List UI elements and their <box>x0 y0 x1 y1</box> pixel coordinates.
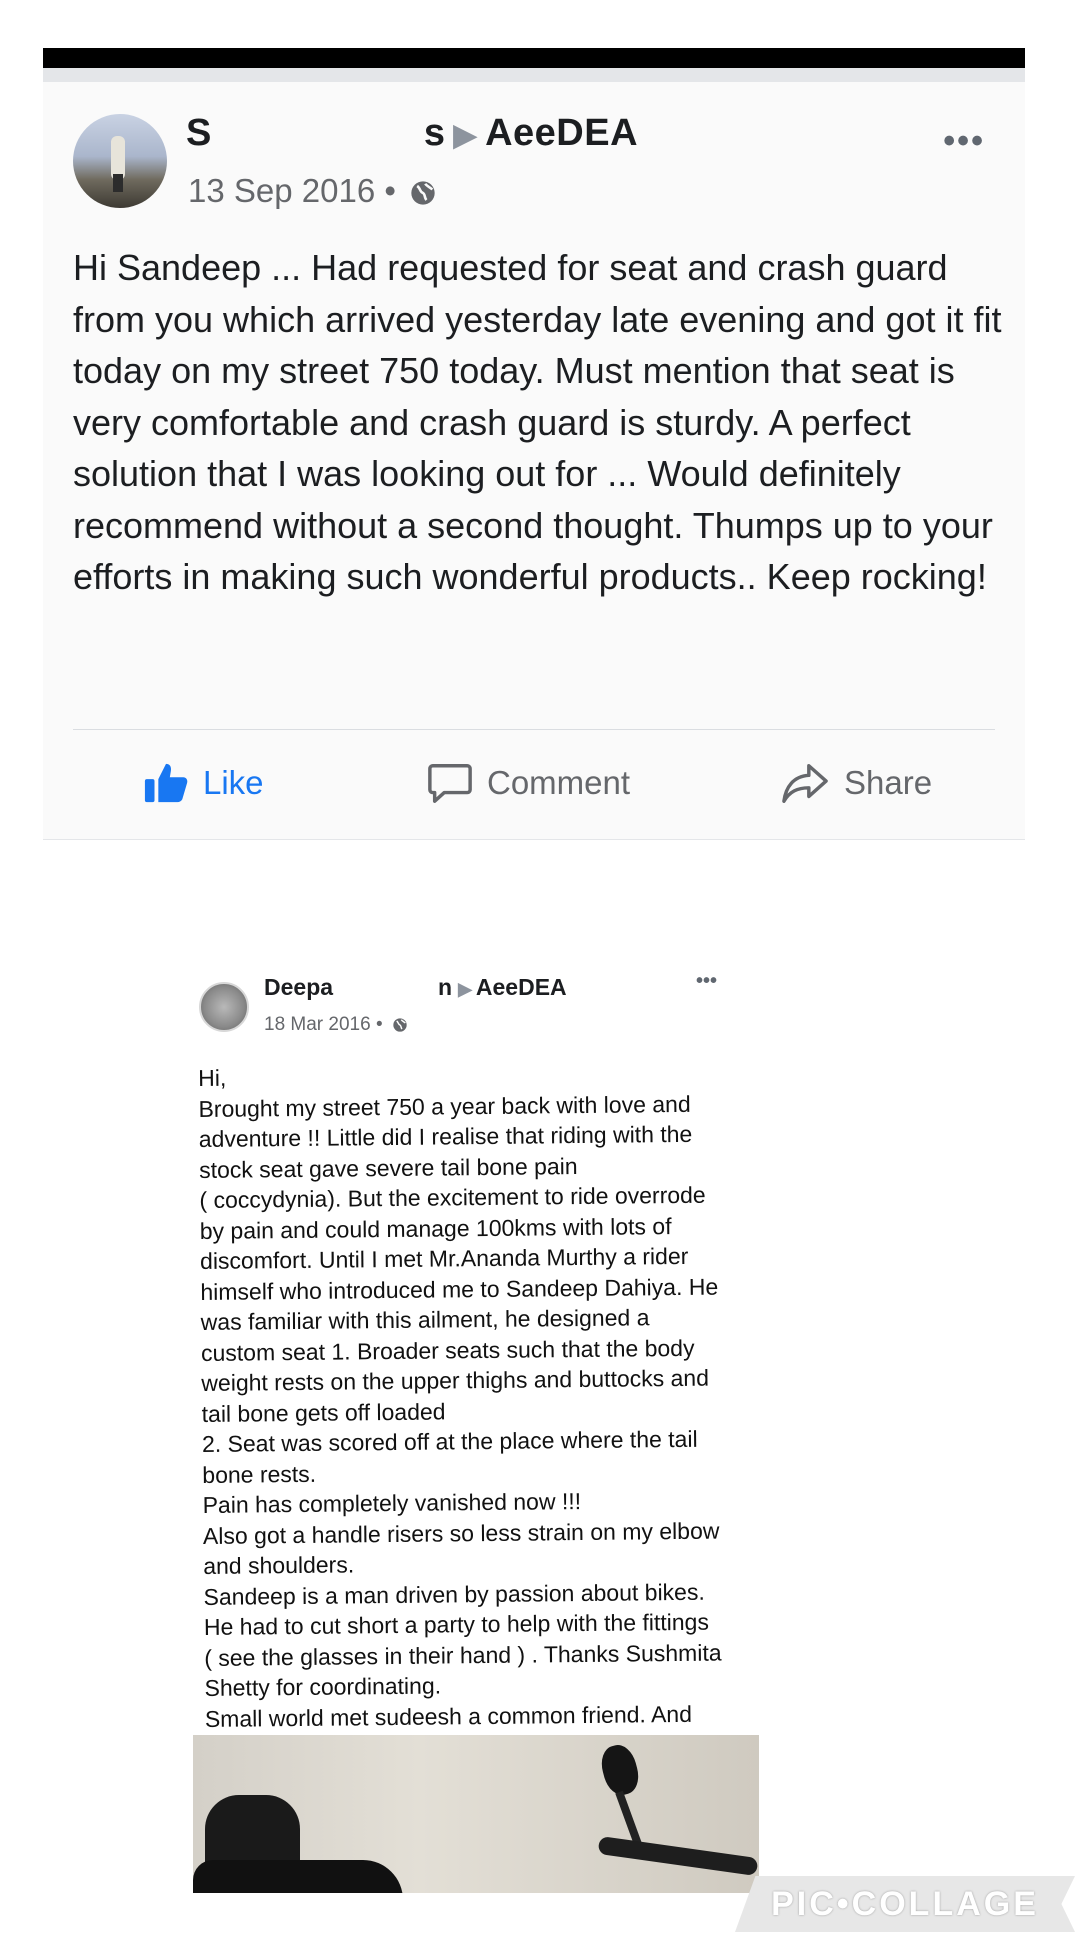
post-date-text: 13 Sep 2016 • <box>188 172 396 209</box>
post-author-line: Ss ▶ AeeDEA <box>186 112 638 155</box>
comment-bubble-icon <box>428 764 472 803</box>
body-line: Small world met sudeesh a common friend.… <box>204 1700 693 1732</box>
body-line: 2. Seat was scored off at the place wher… <box>201 1425 698 1457</box>
top-black-bar <box>43 48 1025 68</box>
more-options-icon[interactable]: ••• <box>943 122 985 161</box>
post-body: Hi Sandeep ... Had requested for seat an… <box>73 247 1002 597</box>
globe-icon <box>411 181 435 205</box>
motorcycle-photo[interactable] <box>193 1735 759 1893</box>
share-button[interactable]: Share <box>780 760 932 806</box>
page-name[interactable]: AeeDEA <box>485 112 638 154</box>
body-line: adventure !! Little did I realise that r… <box>198 1120 693 1152</box>
comment-label: Comment <box>487 764 631 801</box>
post-date-text-2: 18 Mar 2016 • <box>264 1014 383 1035</box>
share-arrow-icon <box>782 764 828 803</box>
body-line: weight rests on the upper thighs and but… <box>201 1364 710 1396</box>
author-name-end[interactable]: s <box>424 112 446 154</box>
arrow-right-icon: ▶ <box>458 979 472 999</box>
author-name-end-2[interactable]: n <box>438 974 452 1000</box>
seat-base <box>193 1860 403 1893</box>
like-label: Like <box>203 764 264 801</box>
globe-icon <box>393 1018 407 1032</box>
body-line: himself who introduced me to Sandeep Dah… <box>200 1273 719 1305</box>
author-name-2[interactable]: Deepa <box>264 974 438 1001</box>
handlebar <box>597 1835 759 1877</box>
comment-button[interactable]: Comment <box>427 760 630 806</box>
body-line: Also got a handle risers so less strain … <box>202 1517 720 1549</box>
action-divider <box>73 729 995 730</box>
more-options-icon-2[interactable]: ••• <box>696 970 717 993</box>
post-date[interactable]: 13 Sep 2016 • <box>188 172 437 210</box>
author-avatar[interactable] <box>73 114 167 208</box>
watermark-logo: PIC•COLLAGE <box>735 1876 1075 1932</box>
mirror <box>597 1741 643 1799</box>
post-date-2[interactable]: 18 Mar 2016 • <box>264 1014 408 1036</box>
body-line: ( coccydynia). But the excitement to rid… <box>199 1181 706 1213</box>
avatar-figure-legs <box>113 174 123 192</box>
post-card-2: Deepa n ▶ AeeDEA ••• 18 Mar 2016 • Hi, Brou… <box>186 970 756 1731</box>
thumbs-up-icon <box>144 763 188 803</box>
author-avatar-2[interactable] <box>199 982 249 1032</box>
share-label: Share <box>844 764 933 801</box>
like-button[interactable]: Like <box>143 760 264 806</box>
author-name-start[interactable]: S <box>186 112 212 154</box>
page-name-2[interactable]: AeeDEA <box>476 974 567 1000</box>
arrow-right-icon: ▶ <box>453 119 478 152</box>
post-author-line-2: Deepa n ▶ AeeDEA <box>264 974 567 1001</box>
redacted-name <box>211 115 424 154</box>
top-bar-shadow <box>43 68 1025 82</box>
post-body-2: Hi, Brought my street 750 a year back wi… <box>198 1057 765 1734</box>
card-bottom-border <box>43 839 1025 840</box>
body-line: ( see the glasses in their hand ) . Than… <box>204 1639 722 1671</box>
post-card-1: Ss ▶ AeeDEA ••• 13 Sep 2016 • Hi Sandeep .… <box>43 82 1025 839</box>
